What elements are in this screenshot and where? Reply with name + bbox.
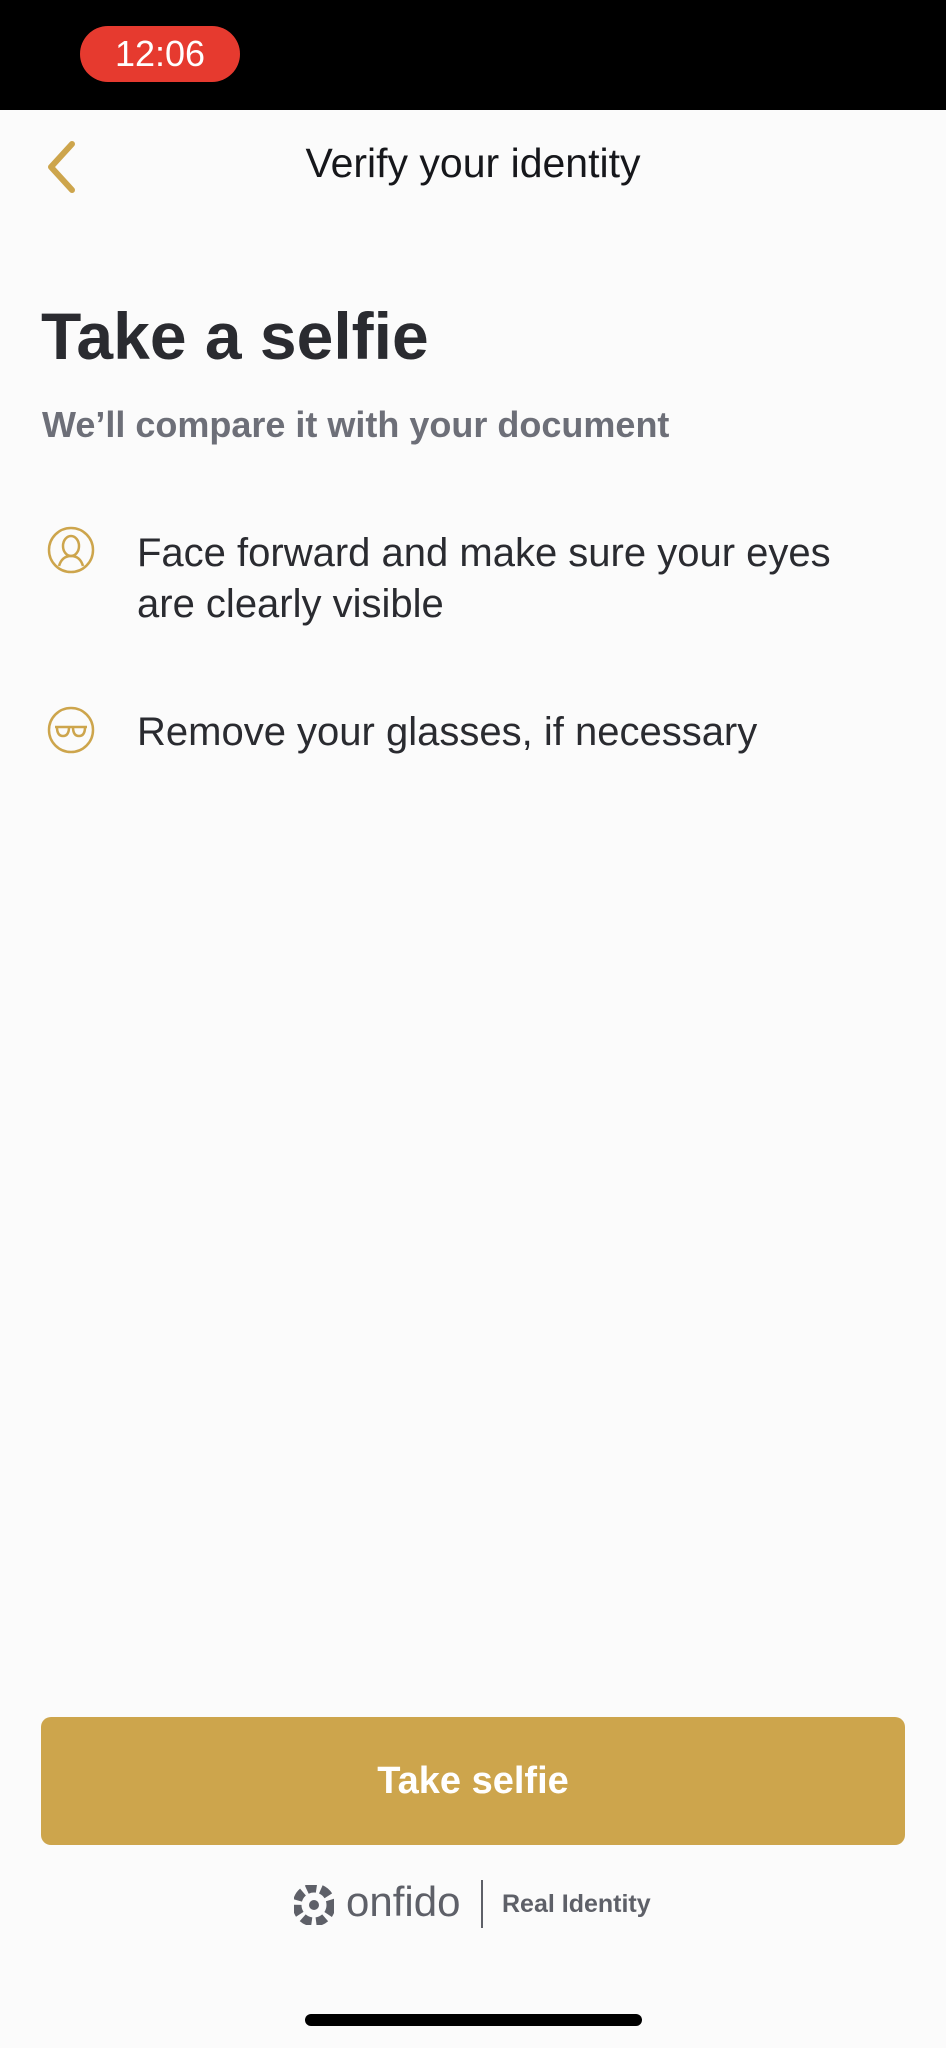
- brand-tagline: Real Identity: [502, 1890, 651, 1918]
- status-time: 12:06: [80, 26, 240, 82]
- home-indicator[interactable]: [305, 2014, 642, 2026]
- nav-title: Verify your identity: [305, 140, 641, 186]
- footer-branding: onfido Real Identity: [0, 1876, 946, 1932]
- page-title: Take a selfie: [41, 299, 429, 373]
- footer-divider: [481, 1880, 483, 1928]
- navigation-bar: Verify your identity: [0, 110, 946, 225]
- onfido-logo-icon: [294, 1885, 334, 1925]
- page-subtitle: We’ll compare it with your document: [42, 404, 670, 445]
- brand-wordmark: onfido: [346, 1878, 461, 1925]
- take-selfie-button[interactable]: Take selfie: [41, 1717, 905, 1845]
- instruction-text: Remove your glasses, if necessary: [137, 710, 758, 754]
- status-bar: 12:06: [0, 0, 946, 110]
- face-icon: [47, 526, 95, 574]
- instruction-text: Face forward and make sure your eyes are…: [137, 531, 831, 626]
- glasses-icon: [47, 706, 95, 754]
